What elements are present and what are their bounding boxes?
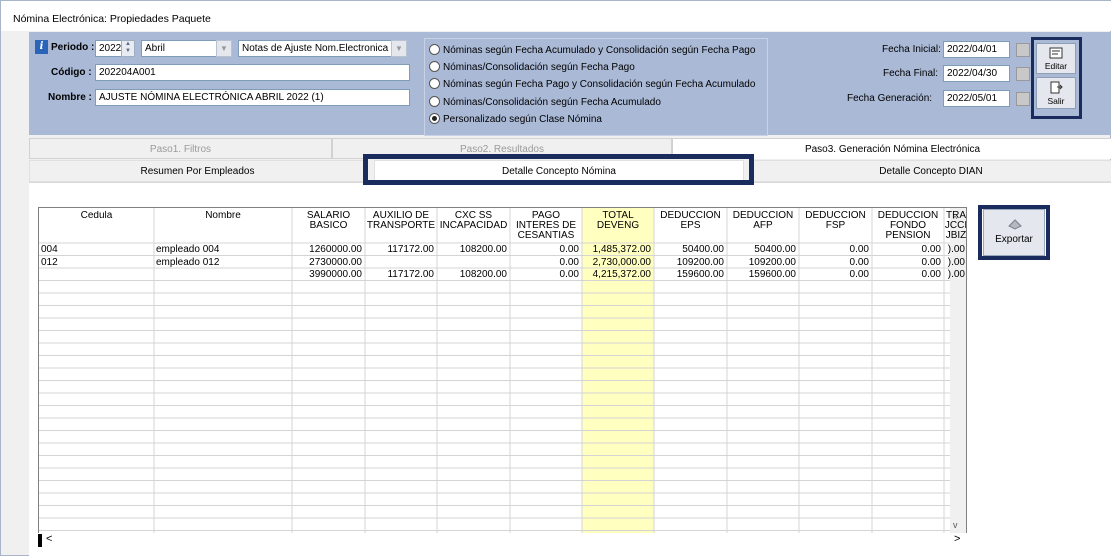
- tipo-select[interactable]: Notas de Ajuste Nom.Electronica: [238, 40, 393, 57]
- info-icon[interactable]: i: [35, 40, 48, 54]
- month-dropdown-icon[interactable]: ▼: [216, 40, 232, 57]
- radio-icon[interactable]: [429, 96, 440, 107]
- periodo-label: Periodo :: [51, 42, 95, 53]
- tab-resumen-empleados[interactable]: Resumen Por Empleados: [29, 160, 366, 182]
- option-label: Nóminas/Consolidación según Fecha Pago: [443, 62, 635, 73]
- table-cell[interactable]: 0.00: [801, 269, 869, 281]
- fecha-final-field[interactable]: 2022/04/30: [943, 65, 1010, 82]
- radio-icon[interactable]: [429, 61, 440, 72]
- table-cell[interactable]: 117172.00: [367, 269, 434, 281]
- spin-down-icon[interactable]: ▼: [122, 48, 134, 55]
- option-label: Nóminas según Fecha Acumulado y Consolid…: [443, 45, 756, 56]
- export-highlight-frame: [978, 205, 1050, 260]
- table-cell[interactable]: 50400.00: [729, 244, 796, 256]
- fecha-generacion-label: Fecha Generación:: [847, 93, 933, 104]
- nombre-label: Nombre :: [48, 92, 92, 103]
- table-cell[interactable]: 159600.00: [729, 269, 796, 281]
- table-cell[interactable]: 0.00: [801, 244, 869, 256]
- col-header-tra[interactable]: TRA JCCI JBIZ: [944, 211, 966, 243]
- year-spinner[interactable]: ▲ ▼: [121, 40, 135, 57]
- table-cell[interactable]: 0.00: [874, 257, 941, 269]
- buttons-highlight-frame: [1031, 37, 1082, 119]
- horizontal-scrollbar[interactable]: < >: [38, 533, 967, 549]
- table-cell[interactable]: 109200.00: [656, 257, 724, 269]
- col-header-fondo-pension[interactable]: DEDUCCION FONDO PENSION: [872, 211, 944, 243]
- header-panel: i Periodo : 2022 ▲ ▼ Abril ▼ Notas de Aj…: [29, 32, 1111, 136]
- radio-selected-icon[interactable]: [429, 113, 440, 124]
- radio-icon[interactable]: [429, 44, 440, 55]
- fecha-final-picker-icon[interactable]: [1016, 67, 1030, 81]
- table-cell[interactable]: 159600.00: [656, 269, 724, 281]
- window: Nómina Electrónica: Propiedades Paquete …: [0, 0, 1111, 557]
- option-fecha-acumulado[interactable]: Nóminas/Consolidación según Fecha Acumul…: [429, 96, 661, 109]
- col-header-cxcss[interactable]: CXC SS INCAPACIDAD: [437, 211, 510, 243]
- col-header-cedula[interactable]: Cedula: [39, 211, 154, 243]
- codigo-label: Código :: [51, 67, 92, 78]
- col-header-afp[interactable]: DEDUCCION AFP: [727, 211, 799, 243]
- option-fecha-pago[interactable]: Nóminas/Consolidación según Fecha Pago: [429, 61, 635, 74]
- table-cell[interactable]: 004: [41, 244, 151, 256]
- col-header-salario[interactable]: SALARIO BASICO: [292, 211, 365, 243]
- window-title: Nómina Electrónica: Propiedades Paquete: [1, 1, 1111, 31]
- table-cell[interactable]: 1,485,372.00: [584, 244, 651, 256]
- active-tab-highlight-frame: [363, 154, 754, 185]
- scroll-down-icon[interactable]: v: [953, 520, 958, 530]
- month-select[interactable]: Abril: [141, 40, 217, 57]
- table-cell[interactable]: empleado 004: [156, 244, 289, 256]
- scroll-right-icon[interactable]: >: [954, 533, 960, 545]
- table-cell[interactable]: 0.00: [512, 244, 579, 256]
- table-cell[interactable]: 0.00: [801, 257, 869, 269]
- col-header-pago-interes[interactable]: PAGO INTERES DE CESANTIAS: [510, 211, 582, 243]
- col-header-total-deveng[interactable]: TOTAL DEVENG: [582, 211, 654, 243]
- year-field[interactable]: 2022: [95, 40, 122, 57]
- codigo-field[interactable]: 202204A001: [95, 64, 410, 81]
- options-group: Nóminas según Fecha Acumulado y Consolid…: [424, 38, 768, 136]
- table-cell[interactable]: 2730000.00: [294, 257, 362, 269]
- scroll-left-icon[interactable]: <: [46, 533, 52, 545]
- table-cell[interactable]: ).00: [946, 244, 965, 256]
- table-cell[interactable]: 0.00: [874, 244, 941, 256]
- table-cell[interactable]: 0.00: [512, 257, 579, 269]
- fecha-final-label: Fecha Final:: [883, 68, 939, 79]
- table-cell[interactable]: empleado 012: [156, 257, 289, 269]
- option-label: Nóminas según Fecha Pago y Consolidación…: [443, 79, 756, 90]
- tab-paso1[interactable]: Paso1. Filtros: [29, 138, 332, 159]
- option-fecha-pago-acumulado[interactable]: Nóminas según Fecha Pago y Consolidación…: [429, 78, 755, 91]
- fecha-inicial-field[interactable]: 2022/04/01: [943, 41, 1010, 58]
- col-header-auxilio[interactable]: AUXILIO DE TRANSPORTE: [365, 211, 437, 243]
- table-cell[interactable]: 012: [41, 257, 151, 269]
- table-cell[interactable]: ).00: [946, 269, 965, 281]
- tipo-dropdown-icon[interactable]: ▼: [391, 40, 407, 57]
- spin-up-icon[interactable]: ▲: [122, 41, 134, 48]
- col-header-fsp[interactable]: DEDUCCION FSP: [799, 211, 872, 243]
- option-fecha-acumulado-pago[interactable]: Nóminas según Fecha Acumulado y Consolid…: [429, 44, 755, 57]
- scroll-thumb[interactable]: [38, 534, 42, 547]
- tab-detalle-concepto-dian[interactable]: Detalle Concepto DIAN: [749, 160, 1111, 182]
- table-cell[interactable]: 108200.00: [439, 244, 507, 256]
- col-header-eps[interactable]: DEDUCCION EPS: [654, 211, 727, 243]
- data-grid[interactable]: ^ v Cedula Nombre SALARIO BASICO AUXILIO…: [38, 207, 967, 547]
- table-cell[interactable]: 1260000.00: [294, 244, 362, 256]
- fecha-inicial-picker-icon[interactable]: [1016, 43, 1030, 57]
- option-personalizado[interactable]: Personalizado según Clase Nómina: [429, 113, 602, 126]
- option-label: Personalizado según Clase Nómina: [443, 114, 602, 125]
- fecha-generacion-field[interactable]: 2022/05/01: [943, 90, 1010, 107]
- table-cell[interactable]: 0.00: [874, 269, 941, 281]
- table-cell[interactable]: 117172.00: [367, 244, 434, 256]
- table-cell[interactable]: 3990000.00: [294, 269, 362, 281]
- table-cell[interactable]: ).00: [946, 257, 965, 269]
- table-cell[interactable]: 2,730,000.00: [584, 257, 651, 269]
- table-cell[interactable]: 50400.00: [656, 244, 724, 256]
- col-header-nombre[interactable]: Nombre: [154, 211, 292, 243]
- nombre-field[interactable]: AJUSTE NÓMINA ELECTRÓNICA ABRIL 2022 (1): [95, 89, 410, 106]
- table-cell[interactable]: 4,215,372.00: [584, 269, 651, 281]
- fecha-generacion-picker-icon[interactable]: [1016, 92, 1030, 106]
- table-cell[interactable]: 0.00: [512, 269, 579, 281]
- option-label: Nóminas/Consolidación según Fecha Acumul…: [443, 97, 661, 108]
- radio-icon[interactable]: [429, 78, 440, 89]
- table-cell[interactable]: 108200.00: [439, 269, 507, 281]
- fecha-inicial-label: Fecha Inicial:: [882, 44, 941, 55]
- table-cell[interactable]: 109200.00: [729, 257, 796, 269]
